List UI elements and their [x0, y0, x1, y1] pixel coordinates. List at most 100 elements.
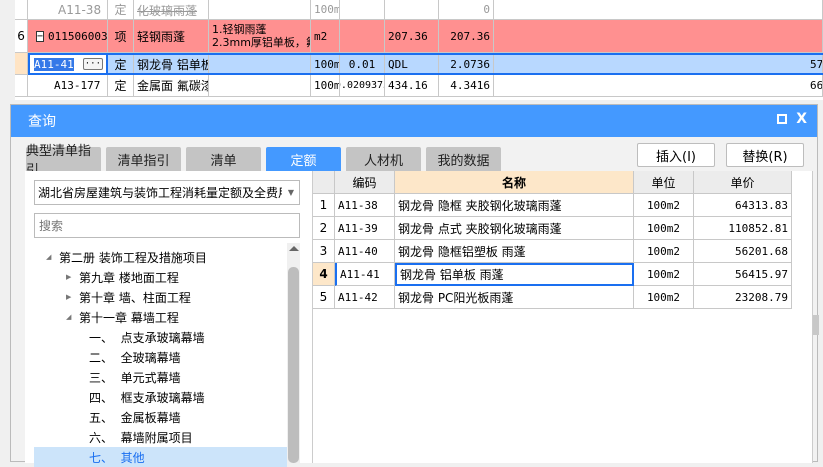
tree-item-label: 第十章 墙、柱面工程 — [79, 290, 191, 305]
code-edit-input[interactable]: A11-41 ··· — [28, 53, 108, 75]
replace-button[interactable]: 替换(R) — [726, 143, 804, 167]
grid-cell-unit[interactable]: 100m2 — [634, 286, 694, 309]
search-input[interactable] — [34, 213, 300, 238]
right-scrollbar[interactable] — [813, 315, 819, 335]
grid-cell-unit[interactable]: 100m2 — [634, 263, 694, 286]
row-number: 2 — [313, 217, 335, 240]
extra-cell[interactable]: 66 — [494, 75, 823, 97]
feature-cell[interactable] — [209, 0, 311, 20]
tab-quota[interactable]: 定额 — [266, 147, 341, 171]
total-cell[interactable]: 207.36 — [439, 20, 494, 53]
feature-line: 2.3mm厚铝单板，氟碳漆喷涂 — [212, 36, 310, 49]
grid-cell-unit[interactable]: 100m2 — [634, 240, 694, 263]
tree-item-label: 七、 其他 — [89, 450, 145, 465]
maximize-icon[interactable] — [777, 114, 787, 124]
total-cell[interactable]: 2.0736 — [439, 55, 494, 73]
tab-labor-material-machine[interactable]: 人材机 — [346, 147, 421, 171]
type-cell[interactable]: 定 — [108, 75, 134, 97]
grid-cell-price[interactable]: 110852.81 — [694, 217, 792, 240]
grid-cell-name[interactable]: 钢龙骨 隐框 夹胶钢化玻璃雨蓬 — [395, 194, 634, 217]
feature-line: 1.轻钢雨蓬 — [212, 23, 267, 36]
quota-grid-panel: 编码 名称 单位 单价 1 A11-38 钢龙骨 隐框 夹胶钢化玻璃雨蓬 100m2 64313… — [313, 171, 813, 463]
tree-item-label: 一、 点支承玻璃幕墙 — [89, 330, 205, 345]
grid-cell-price[interactable]: 64313.83 — [694, 194, 792, 217]
collapsed-triangle-icon[interactable]: ▶ — [66, 293, 71, 301]
total-cell[interactable]: 0 — [439, 0, 494, 20]
column-header[interactable]: 单位 — [634, 171, 694, 194]
tree-scrollbar[interactable] — [287, 243, 300, 463]
extra-cell[interactable]: 579 — [494, 55, 823, 73]
unit-cell[interactable]: 100m2 — [311, 0, 340, 20]
price-cell[interactable]: 434.16 — [385, 75, 439, 97]
expanded-triangle-icon[interactable]: ◢ — [46, 253, 51, 261]
column-header[interactable]: 名称 — [395, 171, 634, 194]
grid-cell-name[interactable]: 钢龙骨 隐框铝塑板 雨蓬 — [395, 240, 634, 263]
collapsed-triangle-icon[interactable]: ▶ — [66, 273, 71, 281]
dialog-title: 查询 — [28, 114, 56, 130]
grid-cell-code[interactable]: A11-40 — [335, 240, 395, 263]
column-header[interactable]: 编码 — [335, 171, 395, 194]
collapse-icon[interactable]: − — [36, 30, 45, 42]
row-number: 5 — [313, 286, 335, 309]
total-cell[interactable]: 4.3416 — [439, 75, 494, 97]
chevron-down-icon: ▼ — [287, 188, 294, 197]
extra-cell[interactable] — [494, 20, 823, 53]
column-header[interactable]: 单价 — [694, 171, 792, 194]
grid-cell-unit[interactable]: 100m2 — [634, 194, 694, 217]
feature-cell[interactable]: 1.轻钢雨蓬2.3mm厚铝单板，氟碳漆喷涂 — [209, 20, 311, 53]
qty-cell[interactable] — [340, 20, 385, 53]
grid-cell-code[interactable]: A11-38 — [335, 194, 395, 217]
grid-cell-name[interactable]: 钢龙骨 铝单板 雨蓬 — [395, 263, 634, 286]
extra-cell[interactable] — [494, 0, 823, 20]
tree-item-label: 五、 金属板幕墙 — [89, 410, 181, 425]
unit-cell[interactable]: 100m2 — [311, 75, 340, 97]
dialog-title-bar[interactable]: 查询 X — [11, 105, 817, 137]
grid-cell-price[interactable]: 23208.79 — [694, 286, 792, 309]
grid-cell-price[interactable]: 56201.68 — [694, 240, 792, 263]
grid-cell-name[interactable]: 钢龙骨 PC阳光板雨蓬 — [395, 286, 634, 309]
unit-cell[interactable]: 100m2 — [311, 55, 340, 73]
type-cell[interactable]: 定 — [108, 0, 134, 20]
tree-item-label: 第十一章 幕墙工程 — [79, 310, 179, 325]
grid-cell-code[interactable]: A11-42 — [335, 286, 395, 309]
expanded-triangle-icon[interactable]: ◢ — [66, 313, 71, 321]
insert-button[interactable]: 插入(I) — [637, 143, 715, 167]
grid-cell-code[interactable]: A11-39 — [335, 217, 395, 240]
grid-cell-price[interactable]: 56415.97 — [694, 263, 792, 286]
name-cell[interactable]: 化玻璃雨蓬 — [134, 0, 209, 20]
name-cell[interactable]: 钢龙骨 铝单板 雨蓬 — [134, 55, 209, 73]
ellipsis-button[interactable]: ··· — [82, 58, 103, 70]
name-cell[interactable]: 金属面 氟碳漆 — [134, 75, 209, 97]
tab-list-guide[interactable]: 清单指引 — [106, 147, 181, 171]
tab-typical-list-guide[interactable]: 典型清单指引 — [26, 144, 101, 178]
grid-cell-name[interactable]: 钢龙骨 点式 夹胶钢化玻璃雨蓬 — [395, 217, 634, 240]
name-cell[interactable]: 轻钢雨蓬 — [134, 20, 209, 53]
qty-cell[interactable]: 0.0209375 — [340, 75, 385, 97]
price-cell[interactable]: 207.36 — [385, 20, 439, 53]
code-cell[interactable]: A13-177 — [28, 75, 108, 97]
code-text: 011506003002 — [48, 29, 108, 43]
column-header[interactable] — [313, 171, 335, 194]
type-cell[interactable]: 项 — [108, 20, 134, 53]
price-cell[interactable] — [385, 0, 439, 20]
grid-cell-unit[interactable]: 100m2 — [634, 217, 694, 240]
query-dialog: 查询 X 典型清单指引 清单指引 清单 定额 人材机 我的数据 插入(I) 替换… — [10, 104, 819, 467]
qty-cell[interactable] — [340, 0, 385, 20]
qty-cell[interactable]: 0.01 — [340, 55, 385, 73]
tab-list[interactable]: 清单 — [186, 147, 261, 171]
scrollbar-thumb[interactable] — [288, 267, 299, 463]
row-num — [15, 0, 28, 20]
close-icon[interactable]: X — [796, 111, 807, 127]
price-cell[interactable]: QDL — [385, 55, 439, 73]
type-cell[interactable]: 定 — [108, 55, 134, 73]
feature-cell[interactable] — [209, 55, 311, 73]
unit-cell[interactable]: m2 — [311, 20, 340, 53]
scroll-up-icon[interactable] — [289, 246, 299, 251]
tab-my-data[interactable]: 我的数据 — [426, 147, 501, 171]
code-cell[interactable]: A11-38 — [28, 0, 108, 20]
tree-item[interactable]: 七、 其他 — [34, 447, 287, 467]
grid-cell-code[interactable]: A11-41 — [335, 263, 395, 286]
code-cell[interactable]: −011506003002 — [28, 20, 108, 53]
feature-cell[interactable] — [209, 75, 311, 97]
library-select[interactable]: 湖北省房屋建筑与装饰工程消耗量定额及全费用 ▼ — [34, 180, 300, 205]
